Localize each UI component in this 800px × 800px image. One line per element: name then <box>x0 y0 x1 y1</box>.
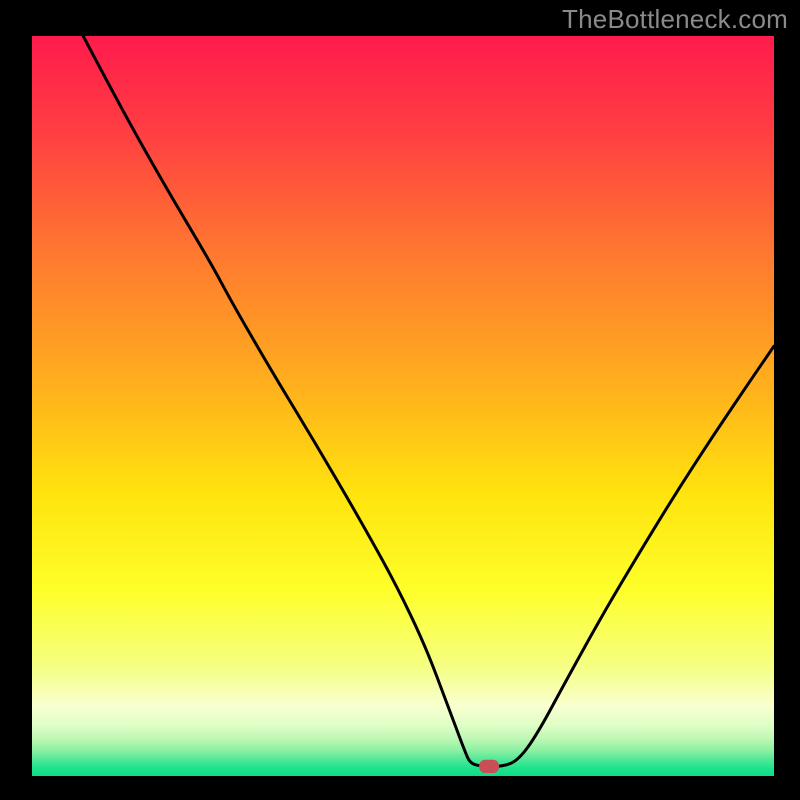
watermark-text: TheBottleneck.com <box>562 4 788 35</box>
bottleneck-plot <box>32 36 774 776</box>
minimum-marker <box>479 760 499 773</box>
chart-frame: TheBottleneck.com <box>0 0 800 800</box>
